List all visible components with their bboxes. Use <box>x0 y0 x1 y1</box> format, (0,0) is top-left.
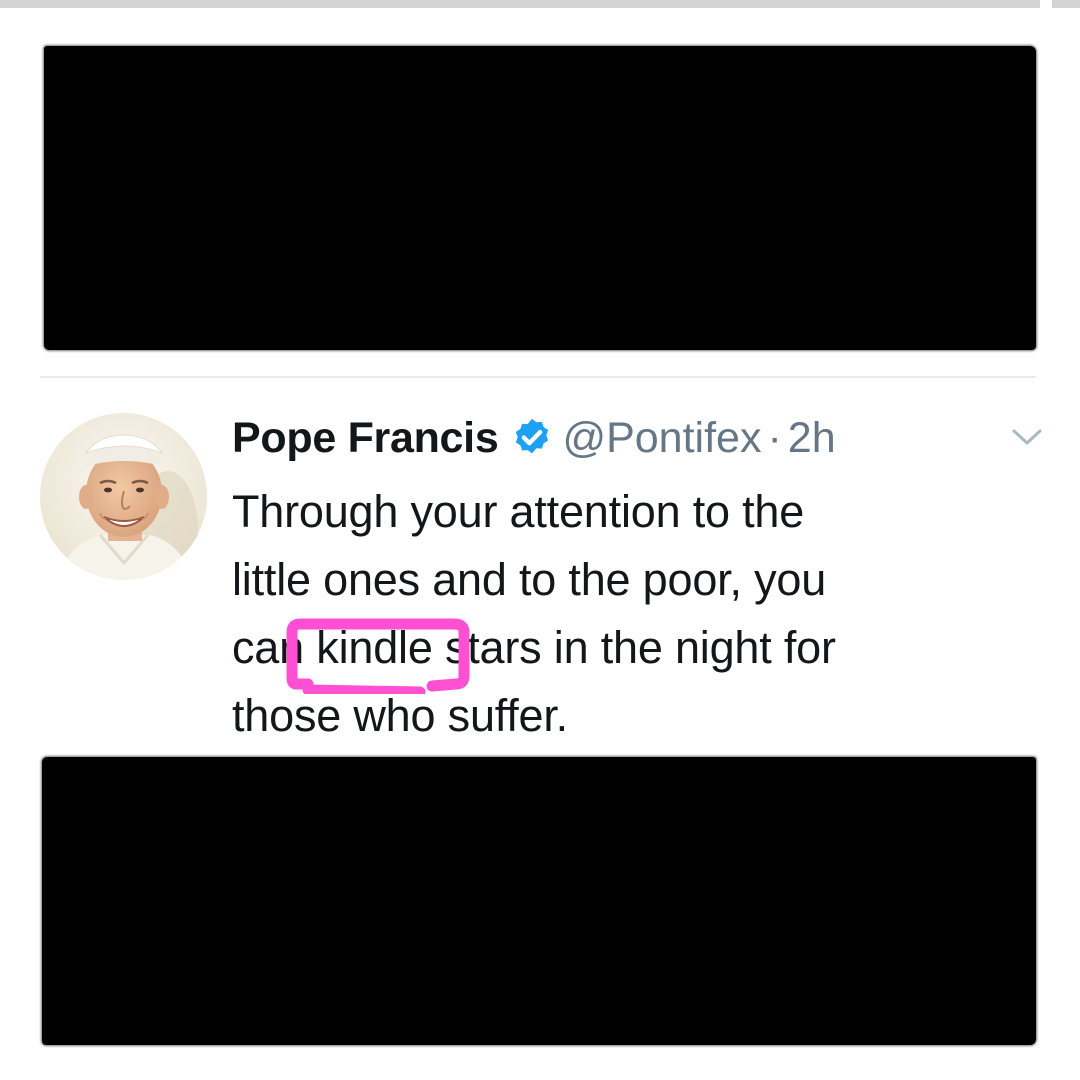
separator-dot: · <box>767 413 782 462</box>
chevron-down-icon[interactable] <box>1010 426 1044 448</box>
highlighted-word: kindle <box>286 614 470 694</box>
tweet-card[interactable]: Pope Francis @Pontifex · 2h Through your… <box>0 378 1080 756</box>
avatar[interactable] <box>40 413 207 580</box>
verified-badge-icon <box>516 418 549 454</box>
tweet-text-after-highlight: stars in the night for <box>432 622 836 673</box>
tweet-header: Pope Francis @Pontifex · 2h <box>232 410 836 466</box>
redaction-block-bottom <box>42 757 1036 1045</box>
tweet-timestamp[interactable]: 2h <box>788 414 836 463</box>
tweet-text-line-4: those who suffer. <box>232 690 568 741</box>
screenshot-frame: Pope Francis @Pontifex · 2h Through your… <box>0 0 1080 1080</box>
tweet-text-line-3: can kindle stars in the night for <box>232 614 1032 694</box>
top-border-line <box>0 0 1080 8</box>
tweet-text-line-2: little ones and to the poor, you <box>232 554 827 605</box>
tweet-text-line-1: Through your attention to the <box>232 486 805 537</box>
top-border-gap <box>1040 0 1052 8</box>
display-name[interactable]: Pope Francis <box>232 414 499 463</box>
highlighted-word-text: kindle <box>316 622 433 673</box>
tweet-text: Through your attention to the little one… <box>232 478 1032 750</box>
user-handle[interactable]: @Pontifex <box>562 414 761 463</box>
redaction-block-top <box>44 46 1036 350</box>
tweet-text-before-highlight: can <box>232 622 317 673</box>
pope-portrait-avatar-icon <box>40 413 207 580</box>
